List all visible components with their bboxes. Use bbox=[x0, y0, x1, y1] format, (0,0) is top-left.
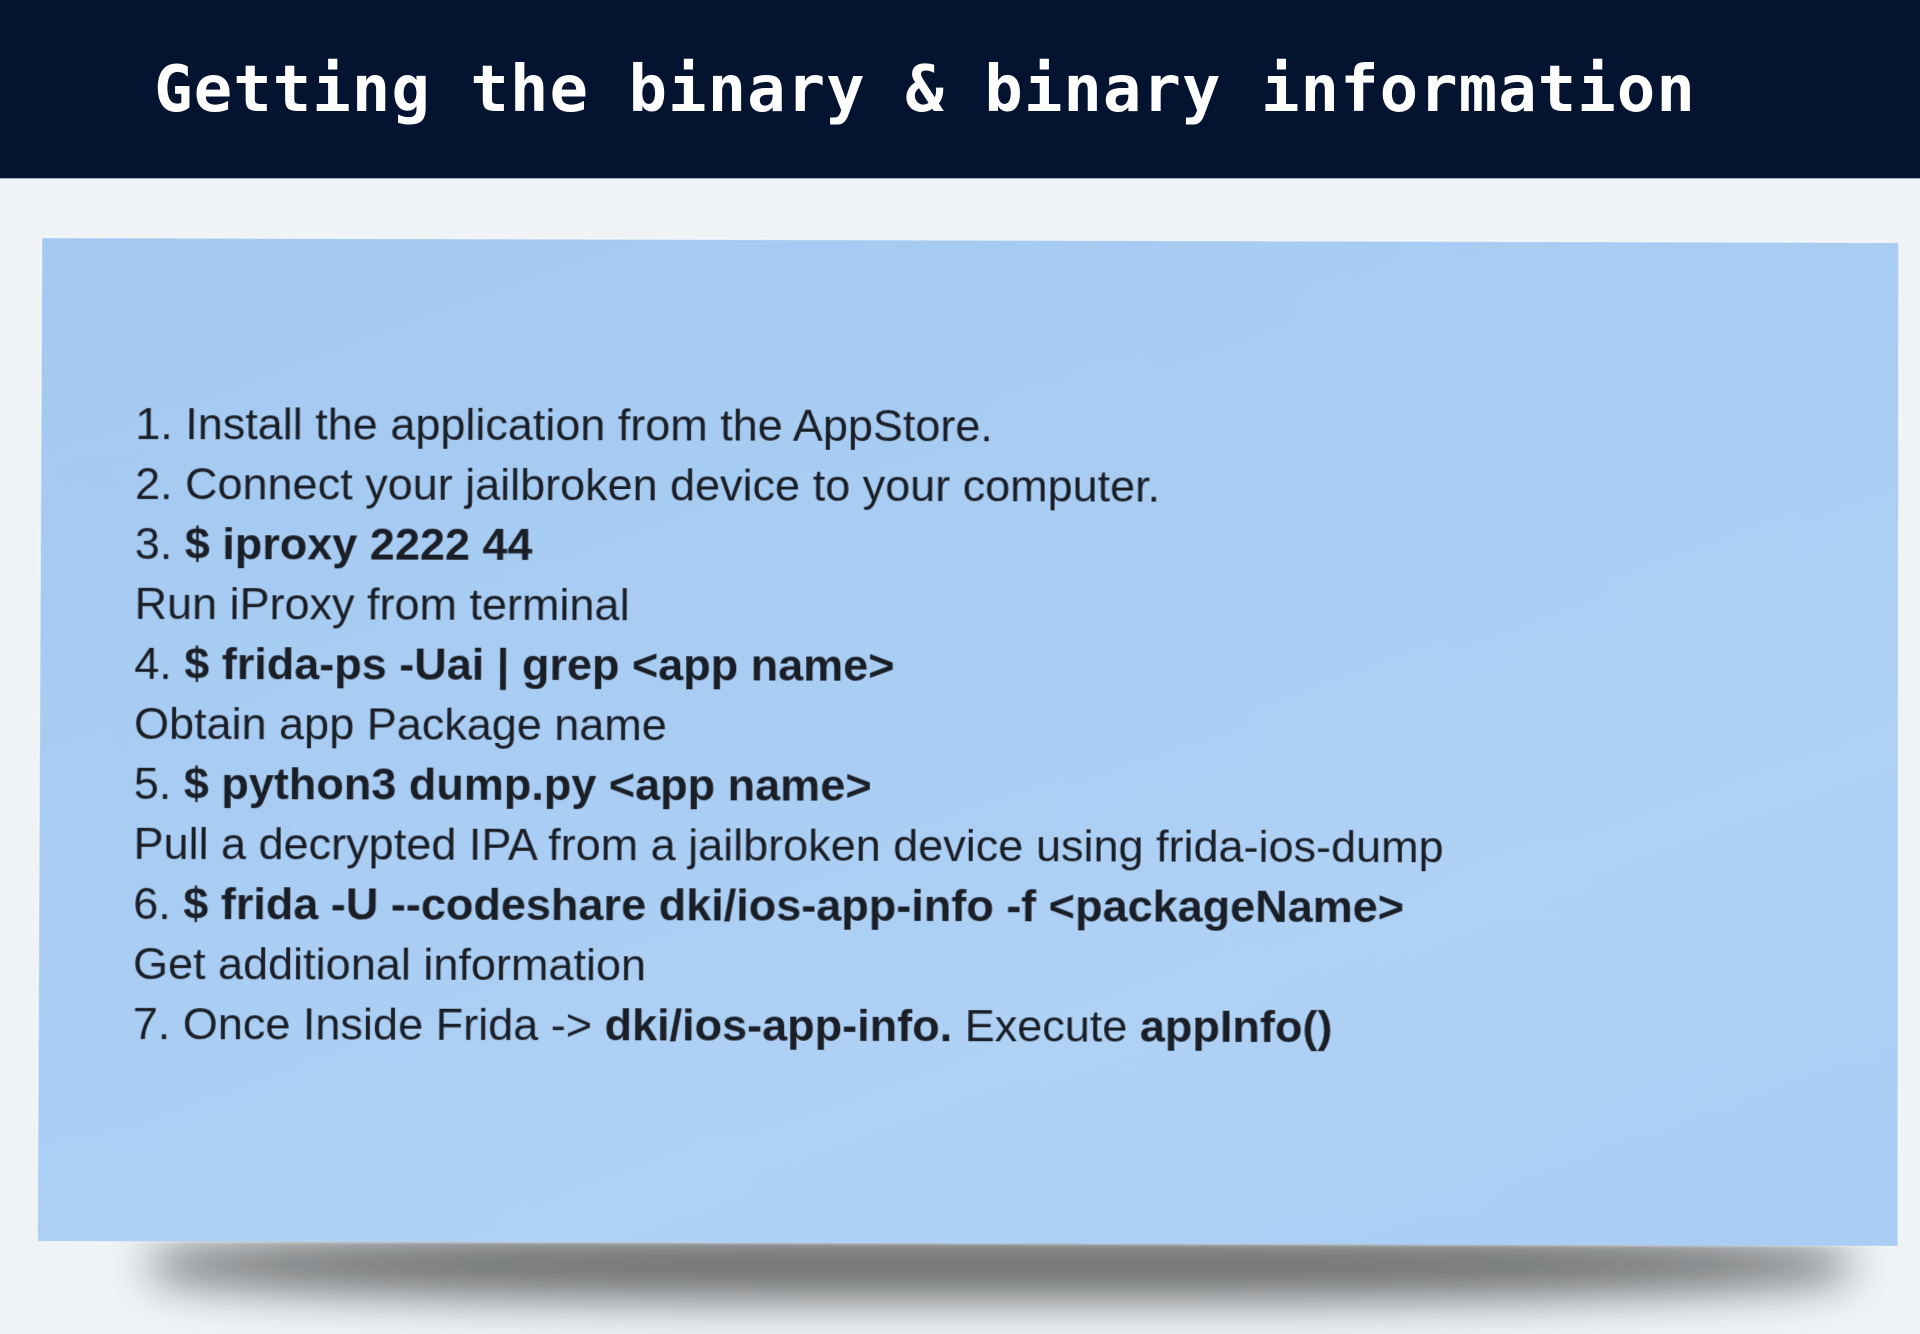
step-7: 7. Once Inside Frida -> dki/ios-app-info… bbox=[133, 994, 1444, 1058]
step-number: 4. bbox=[134, 637, 185, 689]
step-number: 5. bbox=[133, 757, 184, 809]
step-2: 2. Connect your jailbroken device to you… bbox=[135, 454, 1444, 517]
step-command: dki/ios-app-info. bbox=[604, 999, 953, 1052]
step-3: 3. $ iproxy 2222 44 bbox=[135, 514, 1444, 577]
step-number: 3. bbox=[134, 517, 185, 570]
step-5: 5. $ python3 dump.py <app name> bbox=[134, 754, 1444, 817]
slide-header: Getting the binary & binary information bbox=[0, 0, 1920, 179]
step-number: 6. bbox=[133, 877, 184, 930]
step-4: 4. $ frida-ps -Uai | grep <app name> bbox=[134, 634, 1444, 697]
content-card: 1. Install the application from the AppS… bbox=[37, 238, 1899, 1246]
step-description: Obtain app Package name bbox=[133, 697, 667, 751]
step-6-description: Get additional information bbox=[133, 934, 1444, 997]
step-5-description: Pull a decrypted IPA from a jailbroken d… bbox=[133, 814, 1443, 877]
step-6: 6. $ frida -U --codeshare dki/ios-app-in… bbox=[133, 874, 1443, 937]
step-command: $ python3 dump.py <app name> bbox=[183, 757, 872, 811]
step-text: 7. Once Inside Frida -> bbox=[132, 997, 605, 1051]
step-text: 2. Connect your jailbroken device to you… bbox=[134, 457, 1161, 512]
step-command: $ frida -U --codeshare dki/ios-app-info … bbox=[183, 877, 1405, 933]
steps-list: 1. Install the application from the AppS… bbox=[133, 394, 1445, 1057]
step-text: 1. Install the application from the AppS… bbox=[135, 398, 993, 452]
step-4-description: Obtain app Package name bbox=[134, 694, 1444, 757]
slide-title: Getting the binary & binary information bbox=[154, 53, 1696, 127]
step-text: Execute bbox=[952, 1000, 1140, 1052]
step-description: Pull a decrypted IPA from a jailbroken d… bbox=[133, 817, 1444, 873]
step-description: Get additional information bbox=[132, 937, 647, 991]
step-command: $ iproxy 2222 44 bbox=[184, 518, 533, 570]
step-command: appInfo() bbox=[1139, 1000, 1333, 1053]
step-description: Run iProxy from terminal bbox=[134, 577, 630, 631]
step-1: 1. Install the application from the AppS… bbox=[135, 394, 1444, 457]
step-command: $ frida-ps -Uai | grep <app name> bbox=[184, 637, 895, 691]
step-3-description: Run iProxy from terminal bbox=[134, 574, 1444, 637]
